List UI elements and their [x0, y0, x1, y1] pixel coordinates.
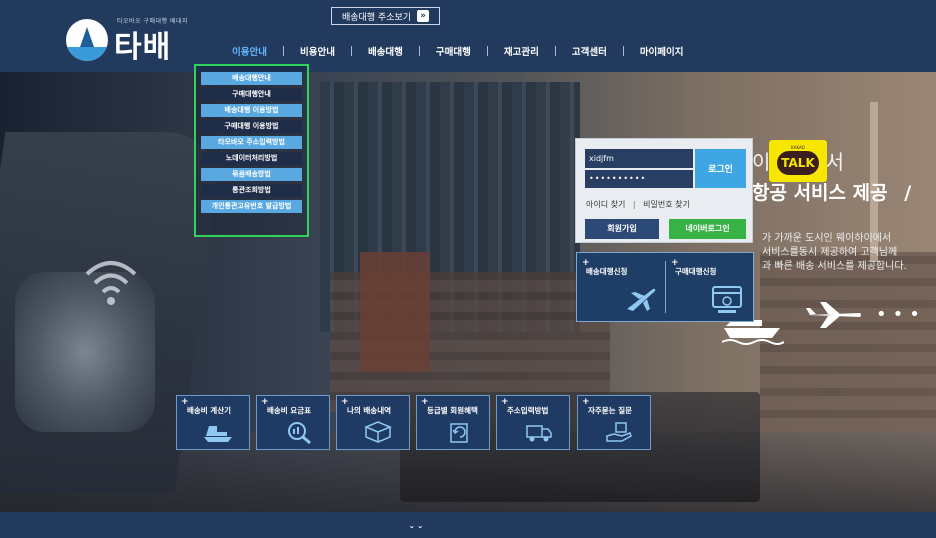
kakao-small-label: KAKAO — [791, 145, 805, 150]
bottom-bar: ˇ ˇ — [0, 512, 936, 538]
find-password-link[interactable]: 비밀번호 찾기 — [643, 200, 690, 209]
double-chevron-right-icon: » — [417, 10, 430, 22]
ship-icon — [204, 426, 232, 442]
wifi-icon — [85, 261, 137, 305]
logo-ship-icon[interactable] — [66, 19, 108, 61]
quick-label: 등급별 회원혜택 — [427, 406, 478, 415]
quick-label: 배송비 요금표 — [267, 406, 312, 415]
login-button[interactable]: 로그인 — [695, 149, 746, 188]
airplane-icon — [627, 288, 656, 311]
box-icon — [364, 421, 392, 443]
airplane-icon — [806, 302, 861, 328]
nav-inventory[interactable]: 재고관리 — [488, 44, 555, 58]
password-input[interactable]: •••••••••• — [585, 170, 693, 188]
shipping-request-button[interactable]: + 배송대행신청 — [577, 253, 665, 321]
link-separator: | — [632, 200, 636, 209]
site-header: 타오바오 구매대행 배대지 타배 배송대행 주소보기 » 이용안내 비용안내 배… — [0, 0, 936, 72]
nav-support[interactable]: 고객센터 — [556, 44, 623, 58]
dropdown-item-bundle[interactable]: 묶음배송방법 — [201, 168, 302, 181]
find-account-links: 아이디 찾기 | 비밀번호 찾기 — [586, 199, 690, 210]
dots-icon: ••• — [876, 304, 926, 325]
quick-my-shipments[interactable]: + 나의 배송내역 — [336, 395, 410, 450]
truck-icon — [526, 425, 552, 442]
quick-label: 자주묻는 질문 — [588, 406, 633, 415]
dropdown-item-customs[interactable]: 통관조회방법 — [201, 184, 302, 197]
quick-shipping-calculator[interactable]: + 배송비 계산기 — [176, 395, 250, 450]
login-box: xidjfm •••••••••• 로그인 아이디 찾기 | 비밀번호 찾기 회… — [575, 138, 753, 243]
purchase-request-label: 구매대행신청 — [675, 267, 717, 276]
scroll-down-icon[interactable]: ˇ ˇ — [396, 526, 436, 538]
shipping-request-label: 배송대행신청 — [586, 267, 628, 276]
address-view-label: 배송대행 주소보기 — [341, 12, 412, 23]
find-id-link[interactable]: 아이디 찾기 — [586, 200, 625, 209]
money-card-icon — [712, 286, 742, 313]
quick-member-benefits[interactable]: + 등급별 회원혜택 — [416, 395, 490, 450]
logo-text[interactable]: 타배 — [114, 22, 171, 66]
hand-box-icon — [606, 422, 632, 442]
id-input[interactable]: xidjfm — [585, 149, 693, 168]
logo-sail — [80, 27, 94, 47]
container-yard-image — [760, 252, 936, 432]
address-view-button[interactable]: 배송대행 주소보기 » — [331, 7, 440, 25]
refresh-doc-icon — [450, 423, 468, 443]
dropdown-item-purchase-guide[interactable]: 구매대행안내 — [201, 88, 302, 101]
quick-label: 배송비 계산기 — [187, 406, 232, 415]
quick-shipping-rates[interactable]: + 배송비 요금표 — [256, 395, 330, 450]
hero-headline-2-text: 항공 서비스 제공 — [752, 182, 888, 204]
dropdown-item-nodata[interactable]: 노데이터처리방법 — [201, 152, 302, 165]
nav-purchase[interactable]: 구매대행 — [420, 44, 487, 58]
quick-label: 나의 배송내역 — [347, 406, 392, 415]
logo-sea — [66, 47, 108, 61]
kakao-talk-button[interactable]: KAKAO TALK — [769, 140, 827, 182]
nav-guide[interactable]: 이용안내 — [216, 44, 283, 58]
dropdown-item-customs-id[interactable]: 개인통관고유번호 발급방법 — [201, 200, 302, 213]
quick-faq[interactable]: + 자주묻는 질문 — [577, 395, 651, 450]
dropdown-item-shipping-howto[interactable]: 배송대행 이용방법 — [201, 104, 302, 117]
quick-label: 주소입력방법 — [507, 406, 549, 415]
quick-address-input-guide[interactable]: + 주소입력방법 — [496, 395, 570, 450]
naver-login-button[interactable]: 네이버로그인 — [669, 219, 746, 239]
main-nav: 이용안내 비용안내 배송대행 구매대행 재고관리 고객센터 마이페이지 — [216, 43, 700, 59]
purchase-request-button[interactable]: + 구매대행신청 — [666, 253, 754, 321]
magnifier-icon — [288, 422, 311, 444]
hero-headline-2-suffix: / — [904, 182, 912, 204]
dropdown-item-shipping-guide[interactable]: 배송대행안내 — [201, 72, 302, 85]
nav-cost[interactable]: 비용안내 — [284, 44, 351, 58]
dropdown-item-taobao-address[interactable]: 타오바오 주소입력방법 — [201, 136, 302, 149]
red-container-image — [360, 252, 430, 372]
dropdown-item-purchase-howto[interactable]: 구매대행 이용방법 — [201, 120, 302, 133]
kakao-talk-label: TALK — [777, 151, 819, 175]
nav-mypage[interactable]: 마이페이지 — [624, 44, 700, 58]
guide-dropdown-menu: 배송대행안내 구매대행안내 배송대행 이용방법 구매대행 이용방법 타오바오 주… — [194, 64, 309, 237]
hero-headline-2: 항공 서비스 제공 / — [752, 178, 911, 205]
join-button[interactable]: 회원가입 — [585, 219, 659, 239]
service-request-box: + 배송대행신청 + 구매대행신청 — [576, 252, 754, 322]
nav-shipping[interactable]: 배송대행 — [352, 44, 419, 58]
